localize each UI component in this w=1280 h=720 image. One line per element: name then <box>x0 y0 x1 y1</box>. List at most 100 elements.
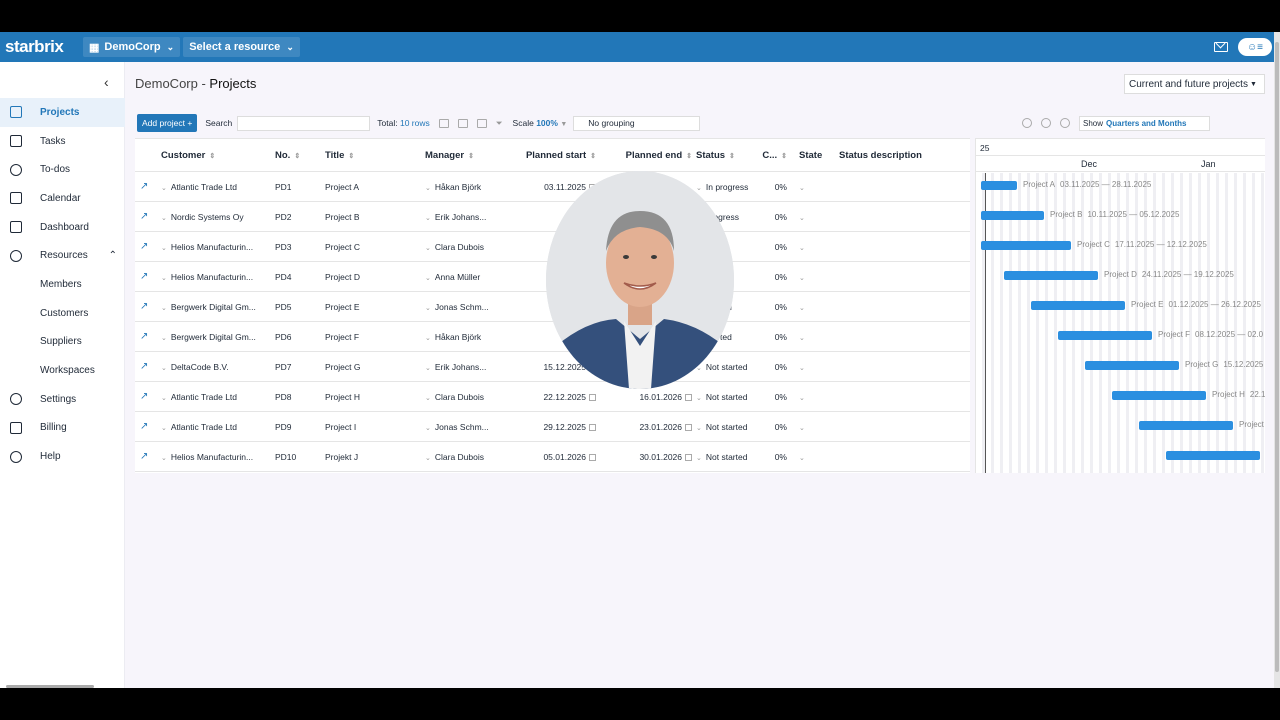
cell-start[interactable]: 22.12.2025 <box>508 392 600 402</box>
sort-icon[interactable]: ⇕ <box>468 153 474 160</box>
dropdown-icon[interactable]: ⌄ <box>161 365 167 372</box>
cell-state[interactable]: ⌄ <box>799 242 839 252</box>
table-row[interactable]: ↗ ⌄ DeltaCode B.V. PD7 Project G ⌄ Erik Johans… <box>135 352 970 382</box>
sidebar-item-dashboard[interactable]: Dashboard <box>0 213 125 242</box>
open-project-icon[interactable]: ↗ <box>135 241 161 252</box>
cell-manager[interactable]: ⌄ Håkan Björk <box>425 182 508 192</box>
cell-customer[interactable]: ⌄ Atlantic Trade Ltd <box>161 392 275 402</box>
cell-state[interactable]: ⌄ <box>799 302 839 312</box>
sort-icon[interactable]: ⇕ <box>590 153 596 160</box>
cell-customer[interactable]: ⌄ DeltaCode B.V. <box>161 362 275 372</box>
cell-status[interactable]: ⌄ Not started <box>696 452 758 462</box>
column-header[interactable]: No. ⇕ <box>275 150 325 161</box>
dropdown-icon[interactable]: ⌄ <box>425 425 431 432</box>
dropdown-icon[interactable]: ⌄ <box>799 215 805 222</box>
cell-no[interactable]: PD4 <box>275 272 325 282</box>
page-scrollbar[interactable] <box>1274 32 1280 688</box>
sidebar-item-members[interactable]: Members <box>0 270 125 299</box>
print-icon[interactable] <box>438 118 449 128</box>
export-icon[interactable] <box>457 118 468 128</box>
sort-icon[interactable]: ⇕ <box>209 153 215 160</box>
dropdown-icon[interactable]: ⌄ <box>425 275 431 282</box>
scale-select[interactable]: Scale 100% ▼ <box>513 118 568 128</box>
cell-manager[interactable]: ⌄ Jonas Schm... <box>425 302 508 312</box>
sort-icon[interactable]: ⇕ <box>686 153 692 160</box>
filter-icon[interactable]: ⏷ <box>496 118 503 129</box>
timescale-select[interactable]: Show Quarters and Months <box>1079 115 1210 131</box>
table-row[interactable]: ↗ ⌄ Atlantic Trade Ltd PD8 Project H ⌄ Clara D… <box>135 382 970 412</box>
cell-title[interactable]: Project C <box>325 242 425 252</box>
table-row[interactable]: ↗ ⌄ Nordic Systems Oy PD2 Project B ⌄ Erik Joh… <box>135 202 970 232</box>
calendar-icon[interactable] <box>685 423 692 431</box>
dropdown-icon[interactable]: ⌄ <box>161 455 167 462</box>
cell-c[interactable]: 0% <box>758 332 799 342</box>
dropdown-icon[interactable]: ⌄ <box>799 305 805 312</box>
open-project-icon[interactable]: ↗ <box>135 181 161 192</box>
app-logo[interactable]: starbrix <box>5 37 80 57</box>
cell-status[interactable]: ⌄ In progress <box>696 182 758 192</box>
dropdown-icon[interactable]: ⌄ <box>425 215 431 222</box>
cell-no[interactable]: PD10 <box>275 452 325 462</box>
calendar-icon[interactable] <box>685 453 692 461</box>
cell-customer[interactable]: ⌄ Helios Manufacturin... <box>161 272 275 282</box>
cell-title[interactable]: Project B <box>325 212 425 222</box>
sidebar-item-tasks[interactable]: Tasks <box>0 127 125 156</box>
dropdown-icon[interactable]: ⌄ <box>161 395 167 402</box>
cell-no[interactable]: PD5 <box>275 302 325 312</box>
dropdown-icon[interactable]: ⌄ <box>799 425 805 432</box>
gantt-bar[interactable] <box>981 211 1044 220</box>
cell-no[interactable]: PD2 <box>275 212 325 222</box>
dropdown-icon[interactable]: ⌄ <box>799 275 805 282</box>
gantt-bar[interactable] <box>1112 391 1206 400</box>
table-row[interactable]: ↗ ⌄ Bergwerk Digital Gm... PD6 Project F ⌄ Håk… <box>135 322 970 352</box>
dropdown-icon[interactable]: ⌄ <box>425 305 431 312</box>
cell-customer[interactable]: ⌄ Nordic Systems Oy <box>161 212 275 222</box>
cell-state[interactable]: ⌄ <box>799 392 839 402</box>
cell-c[interactable]: 0% <box>758 452 799 462</box>
cell-state[interactable]: ⌄ <box>799 332 839 342</box>
cell-customer[interactable]: ⌄ Bergwerk Digital Gm... <box>161 332 275 342</box>
cell-c[interactable]: 0% <box>758 362 799 372</box>
dropdown-icon[interactable]: ⌄ <box>799 395 805 402</box>
dropdown-icon[interactable]: ⌄ <box>799 365 805 372</box>
cell-c[interactable]: 0% <box>758 182 799 192</box>
gantt-bar[interactable] <box>1031 301 1125 310</box>
dropdown-icon[interactable]: ⌄ <box>425 185 431 192</box>
cell-title[interactable]: Project H <box>325 392 425 402</box>
column-header[interactable]: C... ⇕ <box>758 150 799 161</box>
cell-state[interactable]: ⌄ <box>799 212 839 222</box>
sort-icon[interactable]: ⇕ <box>294 153 300 160</box>
sort-icon[interactable]: ⇕ <box>729 153 735 160</box>
table-row[interactable]: ↗ ⌄ Helios Manufacturin... PD10 Projekt J ⌄ Cl… <box>135 442 970 472</box>
cell-status[interactable]: ⌄ Not started <box>696 422 758 432</box>
cell-no[interactable]: PD1 <box>275 182 325 192</box>
cell-no[interactable]: PD6 <box>275 332 325 342</box>
cell-status[interactable]: ⌄ Not started <box>696 362 758 372</box>
gantt-bar[interactable] <box>1085 361 1179 370</box>
open-project-icon[interactable]: ↗ <box>135 211 161 222</box>
cell-c[interactable]: 0% <box>758 422 799 432</box>
cell-state[interactable]: ⌄ <box>799 452 839 462</box>
dropdown-icon[interactable]: ⌄ <box>425 455 431 462</box>
column-header[interactable]: State <box>799 150 839 161</box>
calendar-icon[interactable] <box>589 423 596 431</box>
dropdown-icon[interactable]: ⌄ <box>696 395 702 402</box>
gantt-bar[interactable] <box>1139 421 1233 430</box>
cell-end[interactable]: 16.01.2026 <box>600 392 696 402</box>
calendar-icon[interactable] <box>589 393 596 401</box>
dropdown-icon[interactable]: ⌄ <box>161 425 167 432</box>
cell-start[interactable]: 05.01.2026 <box>508 452 600 462</box>
chevron-up-icon[interactable]: ⌃ <box>109 250 117 261</box>
dropdown-icon[interactable]: ⌄ <box>161 185 167 192</box>
gantt-bar[interactable] <box>981 241 1071 250</box>
column-header[interactable]: Manager ⇕ <box>425 150 508 161</box>
calendar-icon[interactable] <box>589 453 596 461</box>
cell-title[interactable]: Project D <box>325 272 425 282</box>
sort-icon[interactable]: ⇕ <box>348 153 354 160</box>
cell-manager[interactable]: ⌄ Jonas Schm... <box>425 422 508 432</box>
cell-customer[interactable]: ⌄ Atlantic Trade Ltd <box>161 182 275 192</box>
open-project-icon[interactable]: ↗ <box>135 391 161 402</box>
cell-start[interactable]: 29.12.2025 <box>508 422 600 432</box>
zoom-out-icon[interactable] <box>1041 118 1051 128</box>
dropdown-icon[interactable]: ⌄ <box>161 215 167 222</box>
